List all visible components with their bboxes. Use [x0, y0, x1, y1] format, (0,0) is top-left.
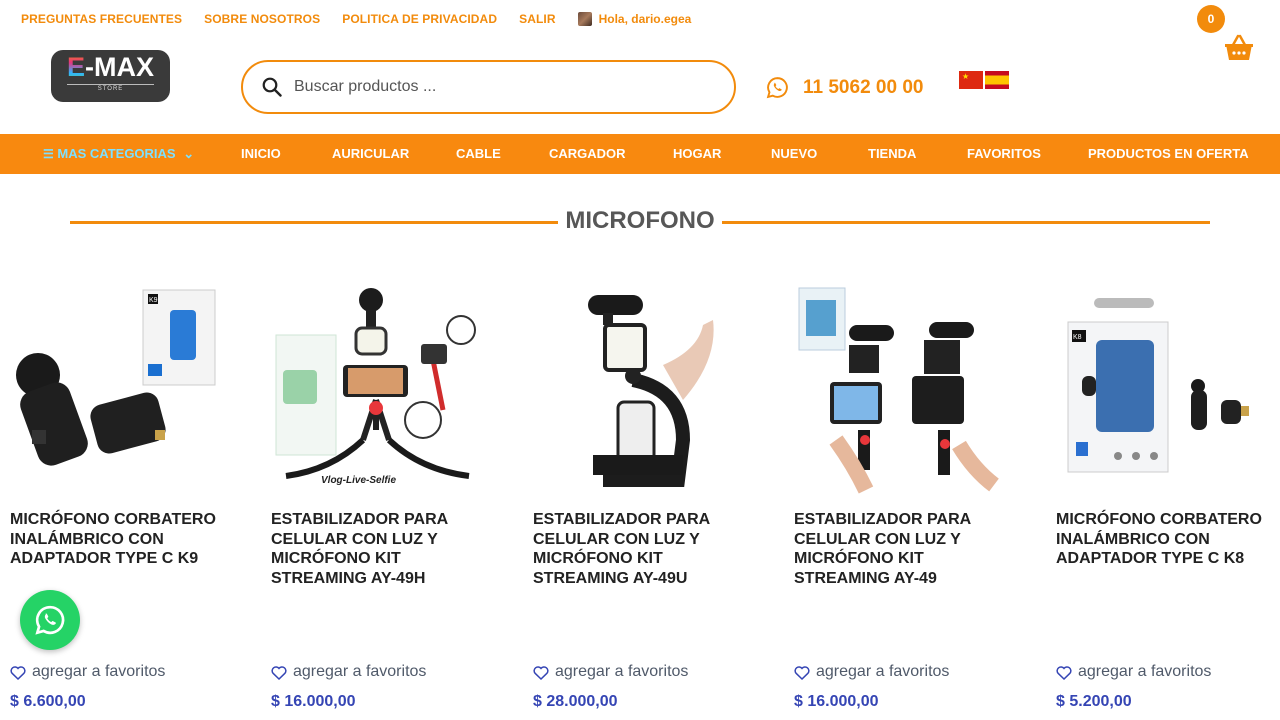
logo-wordmark: E-MAX — [66, 52, 154, 82]
product-price: $ 5.200,00 — [1056, 693, 1132, 710]
product-card[interactable]: K8 MICRÓFONO CORBATERO INALÁMBRICO CON A… — [1056, 280, 1271, 710]
product-price: $ 28.000,00 — [533, 693, 618, 710]
add-to-favorites[interactable]: agregar a favoritos — [794, 663, 949, 681]
nav-item-auricular[interactable]: AURICULAR — [332, 134, 409, 174]
cart-button[interactable]: 0 — [1196, 4, 1256, 64]
product-name[interactable]: ESTABILIZADOR PARA CELULAR CON LUZ Y MIC… — [533, 510, 748, 588]
product-card[interactable]: Vlog-Live-Selfie ESTABILIZADOR PARA CELU… — [271, 280, 486, 710]
nav-item-ofertas[interactable]: PRODUCTOS EN OFERTA — [1088, 134, 1249, 174]
svg-text:K9: K9 — [149, 297, 158, 304]
heart-icon — [10, 665, 26, 680]
language-selector: ★ — [959, 71, 1011, 89]
heart-icon — [271, 665, 287, 680]
add-to-favorites[interactable]: agregar a favoritos — [533, 663, 688, 681]
product-name[interactable]: MICRÓFONO CORBATERO INALÁMBRICO CON ADAP… — [1056, 510, 1271, 569]
product-price: $ 6.600,00 — [10, 693, 86, 710]
chevron-down-icon: ⌄ — [183, 146, 195, 161]
search-input[interactable] — [292, 77, 696, 97]
product-name[interactable]: ESTABILIZADOR PARA CELULAR CON LUZ Y MIC… — [271, 510, 486, 588]
chinese-flag-icon[interactable]: ★ — [959, 71, 983, 89]
avatar — [577, 12, 592, 26]
cart-count-badge: 0 — [1197, 5, 1225, 33]
section-heading: MICROFONO — [70, 206, 1210, 238]
phone-number: 11 5062 00 00 — [803, 76, 924, 98]
add-to-favorites[interactable]: agregar a favoritos — [10, 663, 165, 681]
privacy-link[interactable]: POLITICA DE PRIVACIDAD — [342, 12, 497, 26]
product-image[interactable] — [533, 280, 748, 495]
whatsapp-icon — [35, 605, 65, 635]
logo-store-text: STORE — [67, 84, 154, 92]
logout-link[interactable]: SALIR — [519, 12, 556, 26]
favorite-label: agregar a favoritos — [293, 663, 427, 680]
favorite-label: agregar a favoritos — [816, 663, 950, 680]
menu-icon: ☰ — [43, 147, 54, 161]
heart-icon — [794, 665, 810, 680]
about-link[interactable]: SOBRE NOSOTROS — [204, 12, 320, 26]
nav-item-cargador[interactable]: CARGADOR — [549, 134, 626, 174]
categories-dropdown[interactable]: ☰ MAS CATEGORIAS ⌄ — [43, 134, 194, 174]
search-bar — [241, 60, 736, 114]
add-to-favorites[interactable]: agregar a favoritos — [271, 663, 426, 681]
favorite-label: agregar a favoritos — [1078, 663, 1212, 680]
site-logo[interactable]: E-MAX STORE — [51, 50, 170, 102]
faq-link[interactable]: PREGUNTAS FRECUENTES — [21, 12, 182, 26]
greeting-text: Hola, dario.egea — [598, 12, 692, 26]
user-greeting[interactable]: Hola, dario.egea — [577, 12, 692, 26]
search-icon[interactable] — [262, 77, 282, 97]
product-image[interactable]: K8 — [1056, 280, 1271, 495]
favorite-label: agregar a favoritos — [32, 663, 166, 680]
product-image[interactable] — [794, 280, 1009, 495]
add-to-favorites[interactable]: agregar a favoritos — [1056, 663, 1211, 681]
categories-label: MAS CATEGORIAS — [57, 146, 176, 161]
product-name[interactable]: MICRÓFONO CORBATERO INALÁMBRICO CON ADAP… — [10, 510, 225, 569]
nav-item-cable[interactable]: CABLE — [456, 134, 501, 174]
basket-icon — [1225, 34, 1253, 60]
whatsapp-chat-button[interactable] — [20, 590, 80, 650]
spanish-flag-icon[interactable] — [985, 71, 1009, 89]
product-price: $ 16.000,00 — [794, 693, 879, 710]
product-name[interactable]: ESTABILIZADOR PARA CELULAR CON LUZ Y MIC… — [794, 510, 1009, 588]
heart-icon — [1056, 665, 1072, 680]
product-card[interactable]: ESTABILIZADOR PARA CELULAR CON LUZ Y MIC… — [794, 280, 1009, 710]
main-nav: ☰ MAS CATEGORIAS ⌄ INICIO AURICULAR CABL… — [0, 134, 1280, 174]
product-card[interactable]: ESTABILIZADOR PARA CELULAR CON LUZ Y MIC… — [533, 280, 748, 710]
nav-item-inicio[interactable]: INICIO — [241, 134, 281, 174]
top-links: PREGUNTAS FRECUENTES SOBRE NOSOTROS POLI… — [21, 12, 691, 26]
favorite-label: agregar a favoritos — [555, 663, 689, 680]
svg-text:K8: K8 — [1073, 334, 1082, 341]
nav-item-hogar[interactable]: HOGAR — [673, 134, 721, 174]
product-image[interactable]: Vlog-Live-Selfie — [271, 280, 486, 495]
svg-text:Vlog-Live-Selfie: Vlog-Live-Selfie — [321, 475, 396, 486]
product-image[interactable]: K9 — [10, 280, 225, 495]
heart-icon — [533, 665, 549, 680]
whatsapp-icon — [766, 77, 788, 99]
nav-item-tienda[interactable]: TIENDA — [868, 134, 916, 174]
nav-item-nuevo[interactable]: NUEVO — [771, 134, 817, 174]
product-price: $ 16.000,00 — [271, 693, 356, 710]
nav-item-favoritos[interactable]: FAVORITOS — [967, 134, 1041, 174]
section-title: MICROFONO — [565, 207, 715, 234]
product-card[interactable]: K9 MICRÓFONO CORBATERO INALÁMBRICO CON A… — [10, 280, 225, 710]
phone-contact[interactable]: 11 5062 00 00 — [766, 76, 923, 99]
